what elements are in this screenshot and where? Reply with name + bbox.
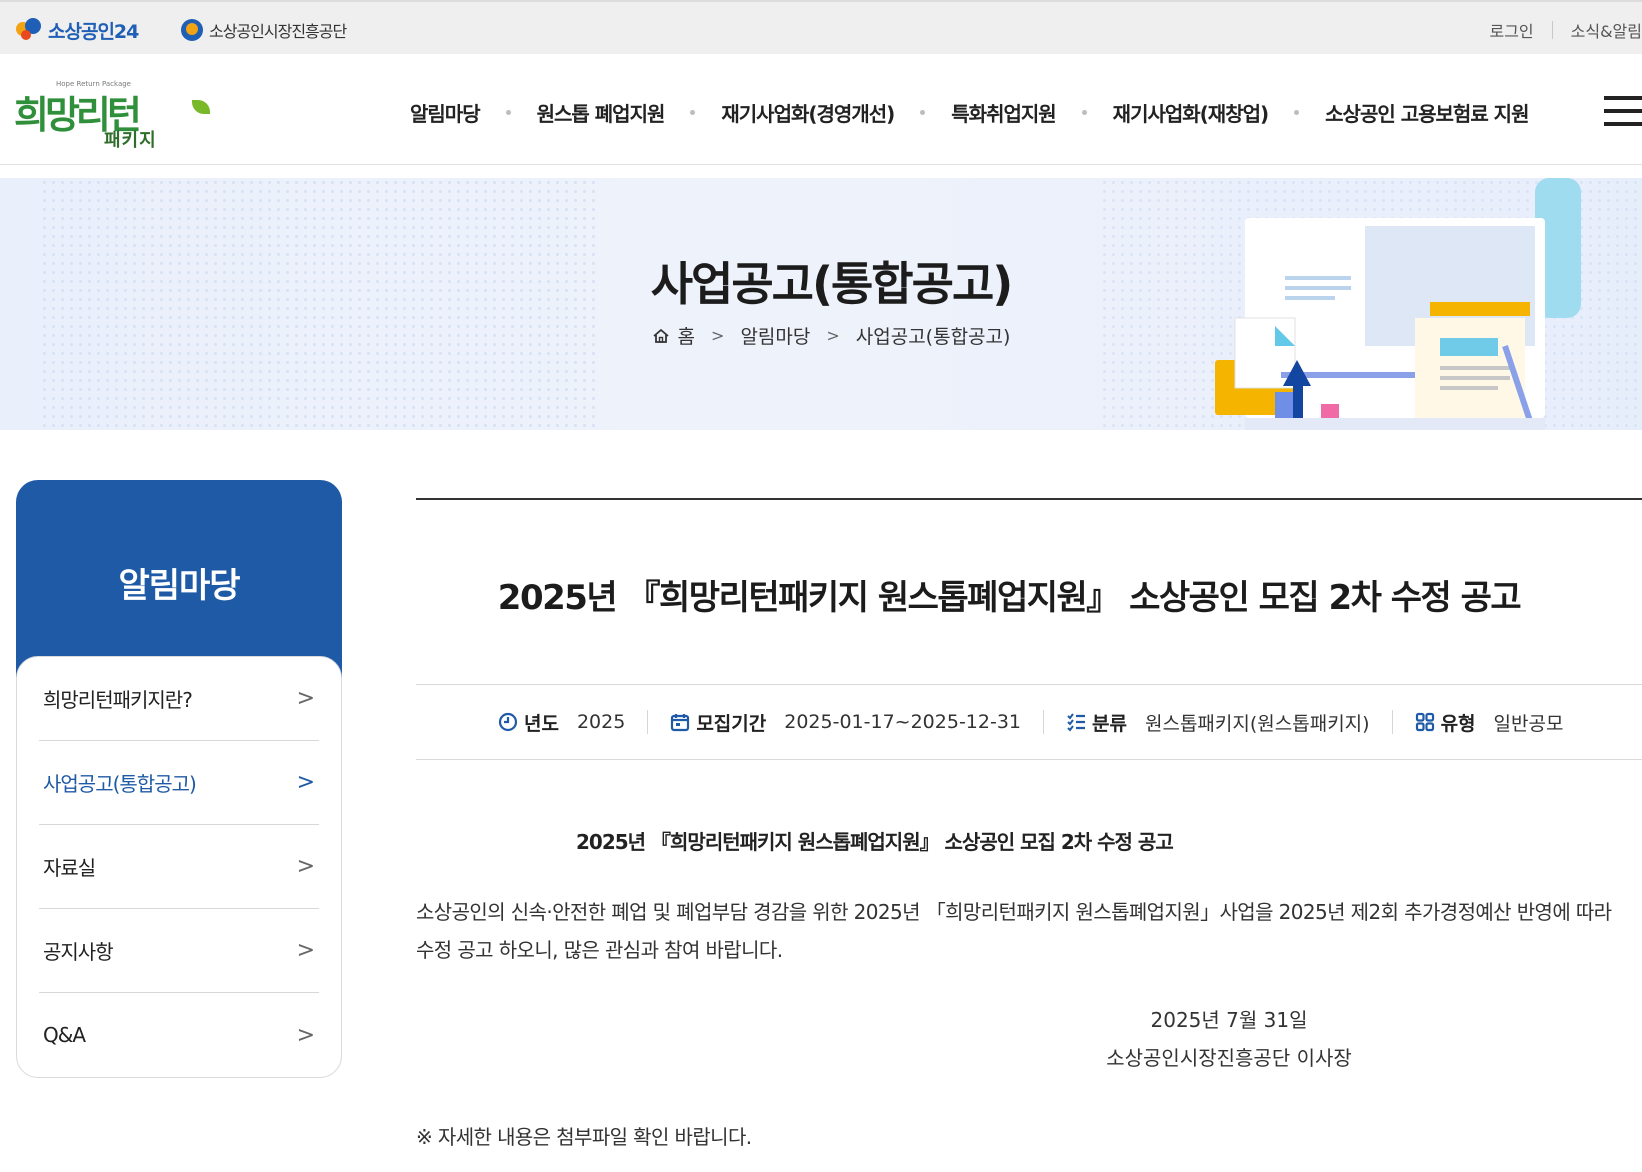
clock-icon [498, 712, 518, 732]
sidebar-item-label: Q&A [43, 1023, 86, 1047]
sidebar-item-label: 자료실 [43, 856, 96, 880]
meta-divider [1391, 710, 1393, 734]
hero-banner: 사업공고(통합공고) 홈 > 알림마당 > 사업공고(통합공고) [0, 178, 1642, 430]
sidebar-item-about[interactable]: 희망리턴패키지란? > [39, 657, 319, 741]
sosanggongin24-logo[interactable]: 소상공인24 [16, 18, 139, 43]
chevron-right-icon: > [711, 326, 725, 345]
nav-divider-dot [920, 110, 926, 115]
brand-sub-text: 패키지 [104, 130, 157, 151]
nav-divider-dot [505, 110, 511, 115]
sidebar-item-label: 공지사항 [43, 940, 114, 964]
nav-divider-dot [1081, 110, 1087, 115]
home-icon[interactable] [652, 328, 670, 344]
semas-logo-text: 소상공인시장진흥공단 [209, 22, 347, 41]
meta-divider [1043, 710, 1045, 734]
utility-links: 로그인 소식&알림 [1489, 18, 1642, 42]
sosanggongin24-logo-text: 소상공인24 [48, 20, 139, 43]
grid-icon [1415, 712, 1434, 732]
meta-year-label: 년도 [524, 712, 559, 735]
chevron-right-icon: > [296, 686, 315, 711]
post-signer: 소상공인시장진흥공단 이사장 [1106, 1046, 1352, 1070]
meta-type-value: 일반공모 [1493, 712, 1564, 735]
sidebar-item-announcements[interactable]: 사업공고(통합공고) > [39, 741, 319, 825]
meta-category-label: 분류 [1092, 712, 1127, 735]
breadcrumb-home[interactable]: 홈 [678, 322, 695, 349]
meta-category: 분류 원스톱패키지(원스톱패키지) [1066, 709, 1370, 736]
sidebar-item-label: 희망리턴패키지란? [43, 688, 193, 712]
nav-divider-dot [1294, 110, 1300, 115]
sidebar-item-resources[interactable]: 자료실 > [39, 825, 319, 909]
meta-type: 유형 일반공모 [1415, 709, 1564, 736]
sidebar-header: 알림마당 [16, 480, 342, 680]
meta-year: 년도 2025 [498, 709, 625, 736]
chevron-right-icon: > [296, 770, 315, 795]
post-body: 2025년 『희망리턴패키지 원스톱폐업지원』 소상공인 모집 2차 수정 공고… [416, 798, 1642, 1150]
leaf-icon [192, 100, 210, 114]
post-date: 2025년 7월 31일 [1150, 1008, 1308, 1032]
checklist-icon [1067, 713, 1086, 732]
post-content: 2025년 『희망리턴패키지 원스톱폐업지원』 소상공인 모집 2차 수정 공고… [416, 498, 1642, 1149]
post-meta: 년도 2025 모집기간 2025-01-17~2025-12-31 분류 원스… [416, 684, 1642, 760]
sidebar-title: 알림마당 [118, 566, 240, 606]
meta-year-value: 2025 [576, 711, 626, 733]
main-nav: 알림마당 원스톱 폐업지원 재기사업화(경영개선) 특화취업지원 재기사업화(재… [410, 98, 1529, 127]
meta-period: 모집기간 2025-01-17~2025-12-31 [670, 709, 1021, 736]
chevron-right-icon: > [296, 938, 315, 963]
calendar-icon [671, 714, 690, 732]
chevron-right-icon: > [826, 326, 840, 345]
sidebar-item-label: 사업공고(통합공고) [43, 772, 197, 796]
semas-logo[interactable]: 소상공인시장진흥공단 [181, 18, 347, 42]
meta-category-value: 원스톱패키지(원스톱패키지) [1144, 712, 1370, 735]
breadcrumb-notice[interactable]: 알림마당 [740, 322, 810, 349]
nav-item-employment-support[interactable]: 특화취업지원 [951, 98, 1056, 127]
post-body-line: 수정 공고 하오니, 많은 관심과 참여 바랍니다. [416, 938, 783, 962]
semas-logo-icon [181, 19, 203, 41]
site-header: Hope Return Package 희망리턴 패키지 알림마당 원스톱 폐업… [0, 54, 1642, 165]
sosanggongin24-logo-icon [16, 18, 46, 42]
meta-type-label: 유형 [1440, 712, 1476, 735]
chevron-right-icon: > [296, 854, 315, 879]
utility-divider [1551, 21, 1553, 39]
hope-return-logo[interactable]: Hope Return Package 희망리턴 패키지 [14, 80, 210, 152]
nav-item-restart[interactable]: 재기사업화(재창업) [1113, 98, 1269, 127]
meta-period-value: 2025-01-17~2025-12-31 [784, 711, 1022, 733]
nav-item-insurance-support[interactable]: 소상공인 고용보험료 지원 [1325, 98, 1529, 127]
content-top-rule [416, 498, 1642, 500]
post-body-paragraph: 소상공인의 신속·안전한 폐업 및 폐업부담 경감을 위한 2025년 「희망리… [416, 893, 1642, 969]
nav-item-closure-support[interactable]: 원스톱 폐업지원 [537, 98, 666, 127]
news-link[interactable]: 소식&알림 [1571, 18, 1642, 42]
chevron-right-icon: > [296, 1022, 315, 1048]
breadcrumb-current: 사업공고(통합공고) [855, 326, 1011, 348]
post-body-subtitle: 2025년 『희망리턴패키지 원스톱폐업지원』 소상공인 모집 2차 수정 공고 [576, 830, 1174, 854]
sidebar-item-notices[interactable]: 공지사항 > [39, 909, 319, 993]
login-link[interactable]: 로그인 [1489, 18, 1533, 42]
nav-item-notice[interactable]: 알림마당 [410, 98, 481, 127]
post-body-line: 소상공인의 신속·안전한 폐업 및 폐업부담 경감을 위한 2025년 「희망리… [416, 900, 1612, 924]
nav-divider-dot [690, 110, 696, 115]
sidebar-item-qna[interactable]: Q&A > [39, 993, 319, 1077]
post-title: 2025년 『희망리턴패키지 원스톱폐업지원』 소상공인 모집 2차 수정 공고 [497, 578, 1522, 618]
meta-period-label: 모집기간 [696, 712, 767, 735]
utility-bar: 소상공인24 소상공인시장진흥공단 로그인 소식&알림 [0, 0, 1642, 54]
post-note: ※ 자세한 내용은 첨부파일 확인 바랍니다. [416, 1125, 752, 1149]
menu-hamburger-icon[interactable] [1604, 96, 1642, 126]
nav-item-management-improvement[interactable]: 재기사업화(경영개선) [721, 98, 895, 127]
sidebar-menu: 희망리턴패키지란? > 사업공고(통합공고) > 자료실 > 공지사항 > Q&… [16, 656, 342, 1078]
meta-divider [647, 710, 649, 734]
post-signature: 2025년 7월 31일 소상공인시장진흥공단 이사장 [416, 1001, 1642, 1077]
page-title: 사업공고(통합공고) [650, 257, 1014, 311]
breadcrumb: 홈 > 알림마당 > 사업공고(통합공고) [0, 322, 1642, 349]
